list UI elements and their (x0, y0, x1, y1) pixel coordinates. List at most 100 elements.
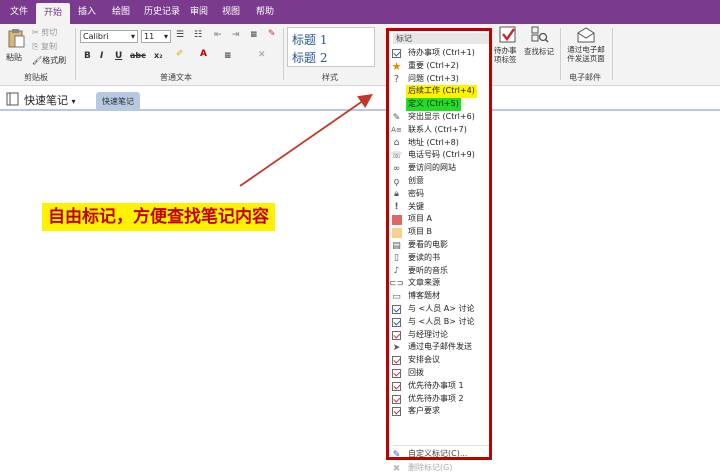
remove-tag-item[interactable]: ✖ 删除标记(G) (389, 462, 489, 475)
tab-review[interactable]: 审阅 (182, 0, 216, 24)
tag-item[interactable]: 与经理讨论 (389, 329, 489, 342)
bullets-icon[interactable]: ☰ (176, 30, 184, 40)
paste-button[interactable]: 粘贴 (4, 28, 28, 66)
phone-icon: ☏ (390, 150, 403, 161)
tag-item-label: 要听的音乐 (408, 265, 448, 275)
ribbon-tabbar: 文件 开始 插入 绘图 历史记录 审阅 视图 帮助 (0, 0, 720, 24)
clipboard-icon (8, 29, 25, 48)
tag-item[interactable]: 后续工作 (Ctrl+4) (389, 85, 489, 99)
tab-view[interactable]: 视图 (214, 0, 248, 24)
clear-format-icon[interactable]: ✎ (268, 29, 276, 39)
tag-item[interactable]: 🔒︎ 密码 (389, 188, 489, 201)
tag-item[interactable]: ⊂⊃ 文章来源 (389, 277, 489, 290)
tag-item-label: 电话号码 (Ctrl+9) (408, 150, 475, 160)
tag-item[interactable]: ✎ 突出显示 (Ctrl+6) (389, 111, 489, 124)
tag-item[interactable]: 优先待办事项 2 (389, 393, 489, 406)
brush-icon: 🖌 (32, 56, 43, 65)
source-icon: ⊂⊃ (388, 278, 405, 289)
font-color-icon[interactable]: A (200, 49, 207, 59)
tag-item[interactable]: 回拨 (389, 367, 489, 380)
tag-item[interactable]: ★ 重要 (Ctrl+2) (389, 60, 489, 73)
notebook-bar: 快速笔记 ▾ 快速笔记 (0, 87, 720, 111)
email-page-label: 通过电子邮件发送页面 (567, 45, 605, 63)
tag-item-label: 创意 (408, 176, 424, 185)
italic-button[interactable]: I (100, 51, 103, 61)
align-left-icon[interactable]: ≡ (224, 51, 232, 61)
film-icon: ▤ (392, 240, 401, 251)
scissors-icon: ✂ (32, 28, 39, 37)
clipboard-group-label: 剪贴板 (24, 73, 48, 82)
tab-home[interactable]: 开始 (36, 3, 71, 24)
tag-item[interactable]: A≡ 联系人 (Ctrl+7) (389, 124, 489, 137)
tag-item[interactable]: ▭ 博客题材 (389, 290, 489, 303)
tag-item[interactable]: 项目 B (389, 226, 489, 239)
style-heading1[interactable]: 标题 1 (292, 31, 327, 48)
todo-tag-button[interactable]: 待办事项标签 (494, 26, 522, 68)
tag-item-label: 定义 (Ctrl+5) (406, 98, 461, 111)
tag-item[interactable]: ⌂ 地址 (Ctrl+8) (389, 137, 489, 150)
tag-item[interactable]: 与 <人员 B> 讨论 (389, 316, 489, 329)
tag-item[interactable]: 项目 A (389, 213, 489, 226)
tag-item[interactable]: ➤ 通过电子邮件发送 (389, 341, 489, 354)
copy-icon: ⎘ (32, 42, 39, 51)
find-tags-button[interactable]: 查找标记 (524, 26, 556, 68)
send-icon: ➤ (392, 342, 401, 353)
notebook-title-text: 快速笔记 (24, 94, 68, 107)
envelope-icon (577, 27, 595, 43)
align-icon[interactable]: ≡ (250, 30, 258, 40)
underline-button[interactable]: U (115, 51, 122, 61)
search-icon (531, 26, 549, 43)
indent-icon[interactable]: ⇥ (232, 30, 240, 40)
tag-item[interactable]: 安排会议 (389, 354, 489, 367)
email-page-button[interactable]: 通过电子邮件发送页面 (564, 26, 608, 68)
outdent-icon[interactable]: ⇤ (214, 30, 222, 40)
annotation-label: 自由标记，方便查找笔记内容 (42, 203, 275, 231)
tag-item[interactable]: ▤ 要看的电影 (389, 239, 489, 252)
copy-button[interactable]: ⎘ 复制 (32, 41, 57, 52)
tag-item[interactable]: ϙ 创意 (389, 175, 489, 188)
tag-item[interactable]: 与 <人员 A> 讨论 (389, 303, 489, 316)
section-tab[interactable]: 快速笔记 (96, 92, 140, 111)
tag-item[interactable]: 待办事项 (Ctrl+1) (389, 47, 489, 60)
tag-item-label: 要看的电影 (408, 240, 448, 249)
tag-item[interactable]: 定义 (Ctrl+5) (389, 98, 489, 111)
remove-tag-icon: ✖ (392, 463, 401, 474)
lock-icon: 🔒︎ (394, 189, 399, 200)
tag-item[interactable]: ∞ 要访问的网站 (389, 162, 489, 175)
bold-button[interactable]: B (84, 51, 91, 61)
format-painter-button[interactable]: 🖌格式刷 (32, 55, 66, 66)
tag-item[interactable]: 优先待办事项 1 (389, 380, 489, 393)
tab-file[interactable]: 文件 (2, 0, 36, 24)
numbering-icon[interactable]: ☷ (194, 30, 202, 40)
tag-item-label: 密码 (408, 188, 424, 198)
notebook-title[interactable]: 快速笔记 ▾ (24, 92, 76, 108)
tag-item[interactable]: ▯ 要读的书 (389, 252, 489, 265)
highlight-icon[interactable]: ✐ (176, 49, 184, 59)
tag-item[interactable]: ☏ 电话号码 (Ctrl+9) (389, 149, 489, 162)
strikethrough-button[interactable]: abc (130, 51, 146, 60)
highlight-yellow-icon (391, 86, 402, 97)
notebook-icon[interactable] (6, 92, 20, 106)
tab-draw[interactable]: 绘图 (104, 0, 138, 24)
tag-item-label: 关键 (408, 201, 424, 211)
tag-item[interactable]: ! 关键 (389, 201, 489, 214)
tab-help[interactable]: 帮助 (248, 0, 282, 24)
tab-history[interactable]: 历史记录 (136, 0, 188, 24)
font-name-combo[interactable]: Calibri ▾ (80, 30, 138, 43)
tag-item[interactable]: ♪ 要听的音乐 (389, 265, 489, 278)
style-heading2[interactable]: 标题 2 (292, 49, 327, 66)
tag-item[interactable]: ? 问题 (Ctrl+3) (389, 73, 489, 86)
subscript-icon[interactable]: x₂ (154, 51, 163, 60)
project-b-square-icon (391, 227, 402, 238)
customize-tags-item[interactable]: ✎ 自定义标记(C)... (389, 448, 489, 461)
checkbox-icon (391, 304, 402, 315)
styles-gallery[interactable]: 标题 1 标题 2 (287, 27, 375, 67)
tag-item-label: 文章来源 (408, 278, 440, 288)
font-size-combo[interactable]: 11 ▾ (141, 30, 171, 43)
checkbox-icon (499, 26, 516, 43)
tab-insert[interactable]: 插入 (70, 0, 104, 24)
cut-button[interactable]: ✂ 剪切 (32, 27, 57, 38)
tag-item-label: 项目 A (408, 214, 433, 224)
tag-item[interactable]: 客户要求 (389, 405, 489, 418)
close-icon[interactable]: ✕ (258, 50, 266, 60)
